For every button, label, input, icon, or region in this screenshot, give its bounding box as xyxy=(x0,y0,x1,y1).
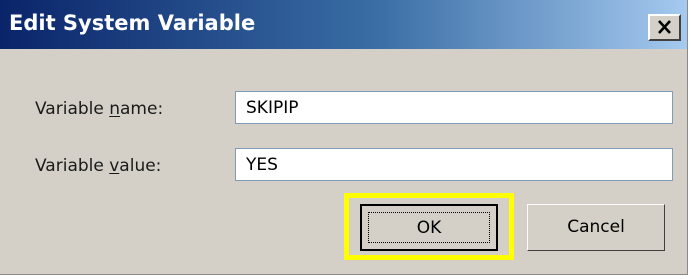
variable-name-input[interactable] xyxy=(235,91,673,124)
variable-name-label-prefix: Variable xyxy=(35,99,110,119)
close-icon xyxy=(658,20,671,34)
variable-value-label-prefix: Variable xyxy=(35,156,110,176)
ok-focus-rect: OK xyxy=(368,212,490,243)
variable-name-label-suffix: ame: xyxy=(120,99,164,119)
cancel-button-label: Cancel xyxy=(567,217,625,237)
close-button[interactable] xyxy=(648,14,681,41)
dialog-title: Edit System Variable xyxy=(9,11,256,35)
variable-value-label-suffix: alue: xyxy=(119,156,162,176)
edit-system-variable-dialog: Edit System Variable Variable name: Vari… xyxy=(0,0,688,275)
ok-button[interactable]: OK xyxy=(360,204,498,251)
cancel-button[interactable]: Cancel xyxy=(527,204,665,251)
ok-button-label: OK xyxy=(416,218,442,238)
variable-value-input[interactable] xyxy=(235,148,673,181)
variable-name-label-mnemonic: n xyxy=(109,99,121,119)
variable-value-label: Variable value: xyxy=(35,155,161,177)
variable-value-label-mnemonic: v xyxy=(109,156,120,176)
variable-name-label: Variable name: xyxy=(35,98,163,120)
title-bar[interactable]: Edit System Variable xyxy=(0,0,687,49)
